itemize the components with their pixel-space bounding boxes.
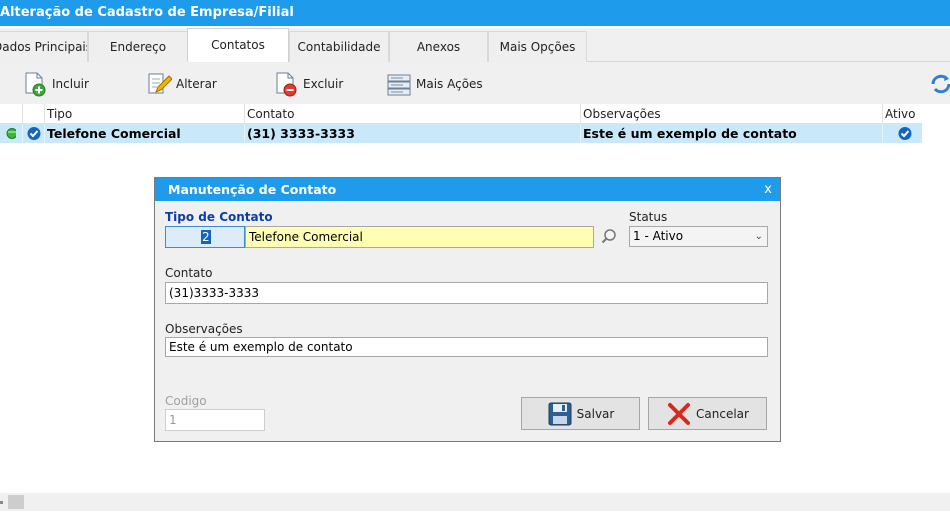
cancelar-label: Cancelar	[696, 406, 749, 421]
tab-dados-principais[interactable]: Dados Principais	[0, 31, 88, 62]
observacoes-label: Observações	[165, 322, 243, 336]
cancelar-button[interactable]: Cancelar	[648, 397, 767, 430]
chevron-down-icon: ⌄	[754, 231, 763, 242]
column-header-ativo[interactable]: Ativo	[882, 104, 922, 124]
tipo-contato-label: Tipo de Contato	[165, 210, 273, 224]
dialog-title-bar: Manutenção de Contato x	[155, 178, 780, 201]
add-document-icon	[25, 72, 46, 97]
row-check-cell	[22, 124, 44, 143]
tipo-contato-desc-input[interactable]: Telefone Comercial	[245, 226, 594, 248]
scrollbar-thumb[interactable]	[8, 495, 24, 509]
tab-endereco[interactable]: Endereço	[88, 31, 188, 62]
search-icon[interactable]	[600, 228, 618, 246]
ativo-check-icon	[898, 127, 912, 140]
mais-acoes-button[interactable]: Mais Ações	[386, 70, 483, 98]
row-tipo: Telefone Comercial	[44, 124, 244, 143]
column-header-observacoes[interactable]: Observações	[580, 104, 882, 124]
tab-mais-opcoes[interactable]: Mais Opções	[488, 31, 587, 62]
incluir-button[interactable]: Incluir	[22, 70, 89, 98]
grid-header: Tipo Contato Observações Ativo	[0, 104, 922, 124]
codigo-label: Codigo	[165, 394, 207, 408]
incluir-label: Incluir	[52, 77, 89, 91]
green-status-dot-icon	[6, 128, 18, 139]
cancel-x-icon	[668, 402, 691, 425]
check-circle-icon	[27, 127, 41, 140]
edit-document-icon	[148, 73, 172, 94]
contacts-grid: Tipo Contato Observações Ativo Telefone …	[0, 104, 922, 143]
codigo-input: 1	[165, 409, 265, 431]
row-observacoes: Este é um exemplo de contato	[580, 124, 882, 143]
alterar-label: Alterar	[176, 77, 217, 91]
column-header-tipo[interactable]: Tipo	[44, 104, 244, 124]
contato-input[interactable]: (31)3333-3333	[165, 282, 768, 304]
close-icon[interactable]: x	[764, 178, 772, 201]
tab-anexos[interactable]: Anexos	[389, 31, 488, 62]
salvar-button[interactable]: Salvar	[521, 397, 640, 430]
status-label: Status	[629, 210, 668, 224]
save-icon	[548, 402, 572, 425]
status-select-value: 1 - Ativo	[633, 229, 684, 243]
refresh-icon	[931, 74, 950, 94]
status-select[interactable]: 1 - Ativo ⌄	[629, 226, 768, 247]
refresh-button[interactable]	[928, 70, 950, 98]
toolbar: Incluir Alterar Excluir Mais Ações	[0, 62, 950, 104]
tipo-contato-code-value: 2	[201, 230, 211, 244]
mais-acoes-label: Mais Ações	[416, 77, 483, 91]
contact-dialog: Manutenção de Contato x Tipo de Contato …	[154, 177, 781, 442]
window-title: Alteração de Cadastro de Empresa/Filial	[0, 0, 950, 26]
table-row[interactable]: Telefone Comercial (31) 3333-3333 Este é…	[0, 124, 922, 143]
delete-document-icon	[276, 72, 297, 97]
grid-header-icon-col	[22, 104, 44, 124]
excluir-button[interactable]: Excluir	[273, 70, 343, 98]
alterar-button[interactable]: Alterar	[146, 70, 217, 98]
status-dot	[0, 501, 3, 504]
dialog-title: Manutenção de Contato	[168, 182, 337, 197]
tab-contatos[interactable]: Contatos	[187, 28, 289, 63]
excluir-label: Excluir	[303, 77, 344, 91]
observacoes-input[interactable]: Este é um exemplo de contato	[165, 337, 768, 357]
row-contato: (31) 3333-3333	[244, 124, 580, 143]
tab-contabilidade[interactable]: Contabilidade	[289, 31, 389, 62]
horizontal-scrollbar[interactable]	[0, 493, 950, 511]
more-actions-icon	[387, 74, 411, 96]
row-ativo[interactable]	[882, 124, 922, 143]
contato-label: Contato	[165, 266, 213, 280]
salvar-label: Salvar	[576, 406, 615, 421]
tipo-contato-code-input[interactable]: 2	[165, 226, 245, 248]
row-status-cell	[0, 124, 22, 143]
column-header-contato[interactable]: Contato	[244, 104, 580, 124]
tab-bar: Dados Principais Endereço Contatos Conta…	[0, 28, 950, 63]
